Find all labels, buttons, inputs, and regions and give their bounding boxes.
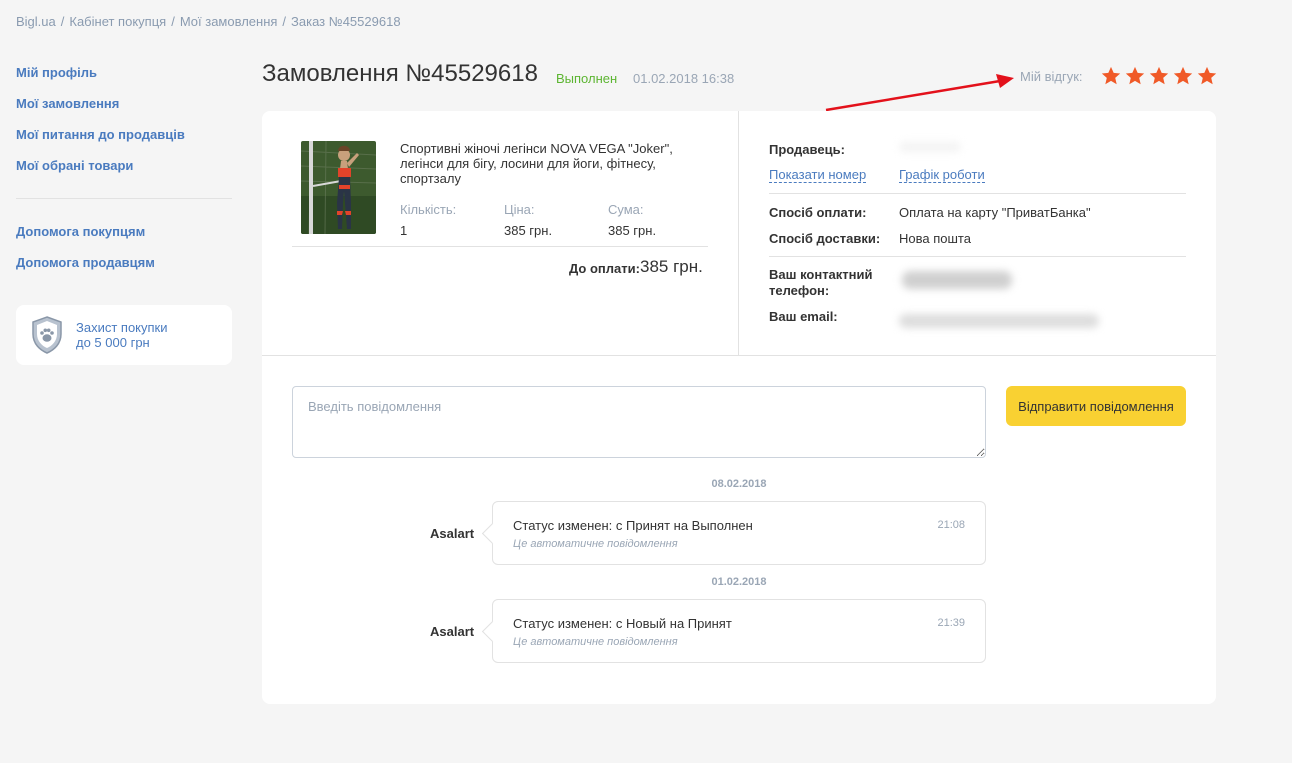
sidebar-item-seller-help[interactable]: Допомога продавцям	[16, 252, 232, 283]
breadcrumb-home[interactable]: Bigl.ua	[16, 14, 56, 29]
protection-line-2: до 5 000 грн	[76, 335, 150, 350]
product-image[interactable]	[301, 141, 376, 234]
price-value: 385 грн.	[504, 223, 553, 238]
protection-text: Захист покупки до 5 000 грн	[76, 320, 168, 350]
shield-paw-icon	[32, 316, 62, 354]
delivery-value: Нова пошта	[899, 231, 971, 246]
message-input[interactable]	[292, 386, 986, 458]
star-icon[interactable]	[1172, 65, 1194, 87]
rating-stars[interactable]	[1100, 65, 1218, 87]
annotation-arrow-icon	[825, 74, 1014, 112]
star-icon[interactable]	[1148, 65, 1170, 87]
message-bubble: Статус изменен: с Принят на Выполнен 21:…	[492, 501, 986, 565]
payment-value: Оплата на карту "ПриватБанка"	[899, 205, 1091, 220]
vertical-divider	[738, 111, 739, 356]
protection-line-1: Захист покупки	[76, 320, 168, 335]
email-value-blurred	[899, 314, 1099, 328]
sidebar: Мій профіль Мої замовлення Мої питання д…	[16, 62, 232, 365]
message-time: 21:08	[937, 519, 965, 531]
breadcrumb-separator: /	[171, 14, 175, 29]
sidebar-divider	[16, 198, 232, 199]
star-icon[interactable]	[1196, 65, 1218, 87]
page-title: Замовлення №45529618	[262, 60, 538, 87]
total-label: До оплати:	[569, 261, 640, 276]
message-author: Asalart	[430, 624, 475, 639]
schedule-link[interactable]: Графік роботи	[899, 167, 985, 183]
sidebar-item-favorites[interactable]: Мої обрані товари	[16, 155, 232, 186]
phone-value-blurred	[902, 271, 1012, 289]
delivery-label: Спосіб доставки:	[769, 231, 881, 246]
message-note: Це автоматичне повідомлення	[513, 636, 678, 648]
sidebar-item-questions[interactable]: Мої питання до продавців	[16, 124, 232, 155]
breadcrumb-orders[interactable]: Мої замовлення	[180, 14, 278, 29]
breadcrumb-separator: /	[60, 14, 65, 29]
message-text: Статус изменен: с Принят на Выполнен	[513, 518, 753, 533]
order-header: Замовлення №45529618 Выполнен 01.02.2018…	[262, 60, 1218, 92]
info-divider	[769, 256, 1186, 257]
order-card: Спортивні жіночі легінси NOVA VEGA "Joke…	[262, 111, 1216, 704]
sum-value: 385 грн.	[608, 223, 657, 238]
breadcrumb-separator: /	[282, 14, 287, 29]
message-bubble: Статус изменен: с Новый на Принят 21:39 …	[492, 599, 986, 663]
purchase-protection-banner[interactable]: Захист покупки до 5 000 грн	[16, 305, 232, 365]
breadcrumb-cabinet[interactable]: Кабінет покупця	[69, 14, 166, 29]
status-badge: Выполнен	[556, 71, 618, 86]
message-date: 08.02.2018	[711, 478, 767, 490]
message-date: 01.02.2018	[711, 576, 767, 588]
breadcrumb-current: Заказ №45529618	[291, 14, 401, 29]
product-divider	[292, 246, 708, 247]
message-text: Статус изменен: с Новый на Принят	[513, 616, 732, 631]
seller-label: Продавець:	[769, 142, 845, 157]
sidebar-item-orders[interactable]: Мої замовлення	[16, 93, 232, 124]
order-datetime: 01.02.2018 16:38	[633, 71, 735, 86]
send-message-button[interactable]: Відправити повідомлення	[1006, 386, 1186, 426]
show-phone-link[interactable]: Показати номер	[769, 167, 867, 183]
seller-name-blurred	[899, 142, 961, 152]
phone-label: Ваш контактний телефон:	[769, 267, 873, 298]
payment-label: Спосіб оплати:	[769, 205, 867, 220]
message-time: 21:39	[937, 617, 965, 629]
total-value: 385 грн.	[640, 257, 703, 276]
qty-value: 1	[400, 223, 408, 238]
sidebar-item-buyer-help[interactable]: Допомога покупцям	[16, 221, 232, 252]
product-name[interactable]: Спортивні жіночі легінси NOVA VEGA "Joke…	[400, 141, 690, 186]
email-label: Ваш email:	[769, 309, 838, 324]
review-label: Мій відгук:	[1020, 69, 1083, 84]
info-divider	[769, 193, 1186, 194]
breadcrumb: Bigl.ua / Кабінет покупця / Мої замовлення / З…	[16, 14, 401, 29]
star-icon[interactable]	[1124, 65, 1146, 87]
star-icon[interactable]	[1100, 65, 1122, 87]
message-author: Asalart	[430, 526, 475, 541]
sidebar-item-profile[interactable]: Мій профіль	[16, 62, 232, 93]
price-label: Ціна:	[504, 202, 535, 217]
message-note: Це автоматичне повідомлення	[513, 538, 678, 550]
sum-label: Сума:	[608, 202, 644, 217]
order-details: Спортивні жіночі легінси NOVA VEGA "Joke…	[262, 111, 1216, 356]
qty-label: Кількість:	[400, 202, 457, 217]
